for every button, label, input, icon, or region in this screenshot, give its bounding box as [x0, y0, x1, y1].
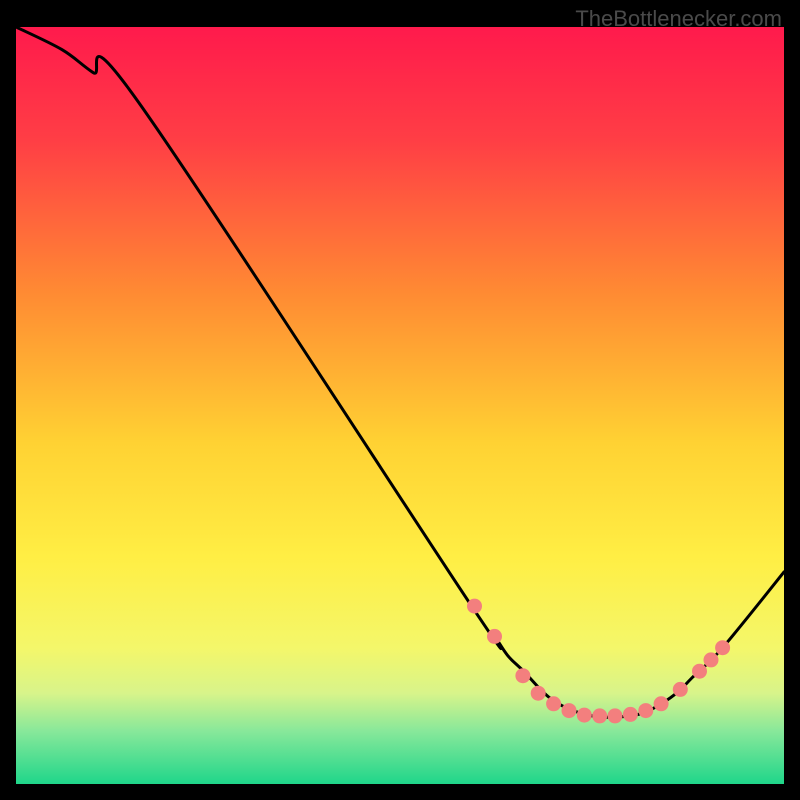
- curve-marker: [654, 696, 669, 711]
- curve-marker: [467, 599, 482, 614]
- curve-marker: [592, 708, 607, 723]
- curve-marker: [531, 686, 546, 701]
- curve-marker: [715, 640, 730, 655]
- curve-marker: [577, 708, 592, 723]
- curve-marker: [623, 707, 638, 722]
- curve-marker: [673, 682, 688, 697]
- curve-marker: [546, 696, 561, 711]
- bottleneck-chart: [16, 27, 784, 784]
- watermark: TheBottlenecker.com: [575, 6, 782, 32]
- curve-marker: [487, 629, 502, 644]
- curve-marker: [692, 664, 707, 679]
- curve-marker: [608, 708, 623, 723]
- curve-marker: [562, 703, 577, 718]
- curve-marker: [704, 652, 719, 667]
- chart-background: [16, 27, 784, 784]
- curve-marker: [515, 668, 530, 683]
- curve-marker: [638, 703, 653, 718]
